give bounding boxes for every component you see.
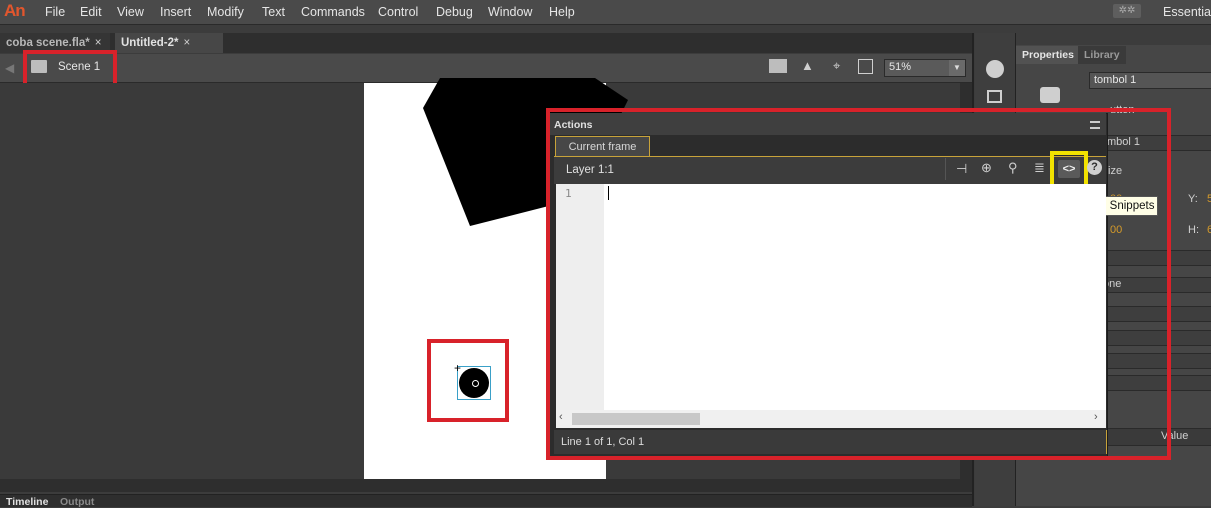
edit-scene-icon[interactable] — [769, 59, 787, 73]
app-logo: An — [4, 1, 26, 20]
tab-timeline[interactable]: Timeline — [6, 496, 48, 508]
menu-debug[interactable]: Debug — [436, 5, 473, 19]
menu-view[interactable]: View — [117, 5, 144, 19]
menu-modify[interactable]: Modify — [207, 5, 244, 19]
tab-label: coba scene.fla* — [6, 37, 90, 49]
close-icon[interactable]: × — [184, 37, 191, 49]
h-label: H: — [1188, 224, 1199, 236]
stage-horizontal-scrollbar[interactable] — [0, 479, 972, 492]
instance-name-field[interactable]: tombol 1 — [1089, 72, 1211, 89]
menu-window[interactable]: Window — [488, 5, 532, 19]
menu-help[interactable]: Help — [549, 5, 575, 19]
menu-text[interactable]: Text — [262, 5, 285, 19]
h-value-fragment[interactable]: 6 — [1207, 224, 1211, 236]
instance-name-value: tombol 1 — [1094, 74, 1137, 86]
menu-insert[interactable]: Insert — [160, 5, 191, 19]
tab-label: Untitled-2* — [121, 37, 179, 49]
menu-control[interactable]: Control — [378, 5, 418, 19]
tab-library[interactable]: Library — [1078, 46, 1126, 64]
menu-edit[interactable]: Edit — [80, 5, 102, 19]
clip-stage-icon[interactable] — [858, 59, 873, 74]
highlight-scene — [23, 50, 117, 87]
chevron-down-icon: ▼ — [949, 60, 965, 76]
center-stage-icon[interactable]: ⌖ — [833, 58, 840, 74]
y-value-fragment[interactable]: 5 — [1207, 193, 1211, 205]
align-grid-icon[interactable] — [987, 90, 1002, 103]
bottom-panel-tabs — [0, 494, 972, 507]
highlight-actions-panel — [546, 108, 1171, 460]
tab-properties[interactable]: Properties — [1016, 46, 1080, 64]
close-icon[interactable]: × — [95, 37, 102, 49]
tab-untitled-2[interactable]: Untitled-2* × — [115, 33, 223, 53]
edit-symbols-icon[interactable]: ▲ — [801, 58, 814, 73]
zoom-value: 51% — [889, 61, 912, 73]
color-palette-icon[interactable] — [986, 60, 1004, 78]
tab-output[interactable]: Output — [60, 496, 94, 508]
menu-commands[interactable]: Commands — [301, 5, 365, 19]
y-label: Y: — [1188, 193, 1198, 205]
zoom-select[interactable]: 51% ▼ — [884, 59, 966, 77]
menu-file[interactable]: File — [45, 5, 65, 19]
button-symbol-icon — [1040, 87, 1060, 103]
back-arrow-icon[interactable]: ◀ — [5, 61, 14, 75]
highlight-button-symbol — [427, 339, 509, 422]
sync-settings-icon[interactable]: ✲✲ — [1113, 4, 1141, 18]
workspace-switcher[interactable]: Essentia — [1163, 5, 1211, 19]
